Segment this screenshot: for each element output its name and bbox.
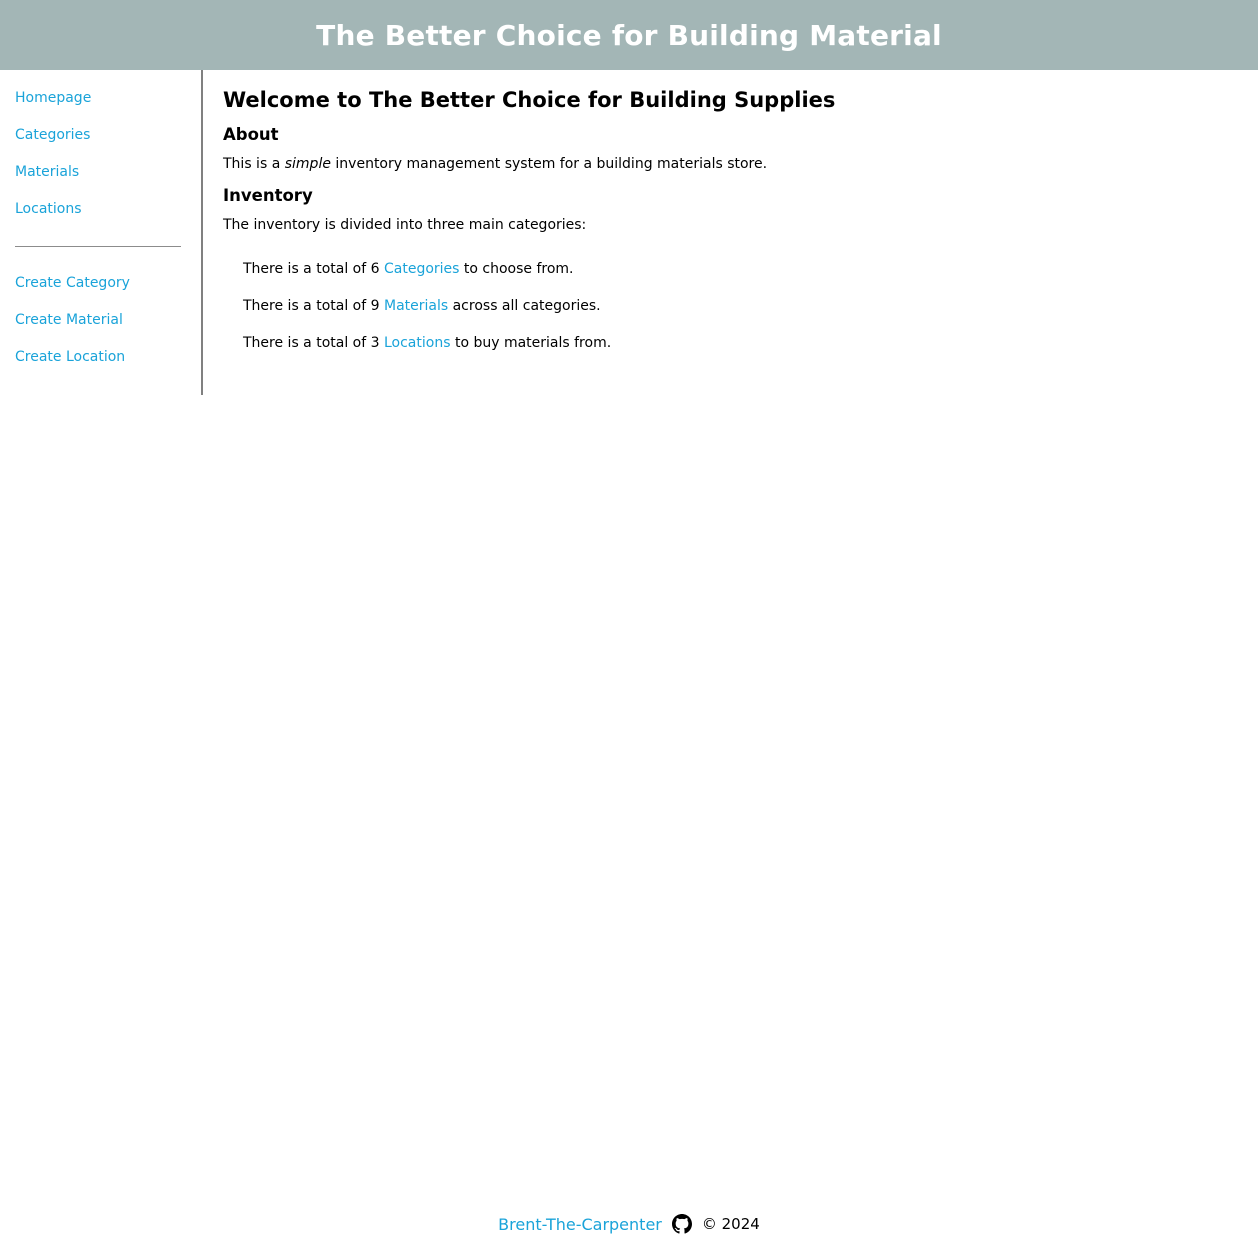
sidebar-item-homepage[interactable]: Homepage (15, 90, 186, 127)
site-header: The Better Choice for Building Material (0, 0, 1258, 70)
sidebar-item-create-material[interactable]: Create Material (15, 312, 186, 349)
stat-suffix: to buy materials from. (450, 335, 612, 351)
site-title: The Better Choice for Building Material (316, 18, 942, 52)
inventory-heading: Inventory (223, 186, 313, 205)
about-emphasis: simple (284, 156, 331, 172)
sidebar: Homepage Categories Materials Locations … (0, 70, 203, 395)
about-heading: About (223, 125, 279, 144)
sidebar-item-materials[interactable]: Materials (15, 164, 186, 201)
stat-categories: There is a total of 6 Categories to choo… (243, 261, 1238, 298)
inventory-stats: There is a total of 6 Categories to choo… (223, 261, 1238, 372)
copyright: © 2024 (701, 1215, 760, 1233)
page-layout: Homepage Categories Materials Locations … (0, 70, 1258, 395)
sidebar-item-create-location[interactable]: Create Location (15, 349, 186, 386)
stat-suffix: to choose from. (459, 261, 574, 277)
stat-locations: There is a total of 3 Locations to buy m… (243, 335, 1238, 372)
github-icon[interactable] (671, 1214, 692, 1234)
categories-link[interactable]: Categories (384, 261, 459, 277)
sidebar-divider (15, 246, 181, 247)
site-footer: Brent-The-Carpenter © 2024 (0, 1214, 1258, 1234)
materials-link[interactable]: Materials (384, 298, 448, 314)
page-title: Welcome to The Better Choice for Buildin… (223, 88, 836, 112)
about-suffix: inventory management system for a buildi… (330, 156, 768, 172)
main-content: Welcome to The Better Choice for Buildin… (203, 70, 1258, 395)
stat-materials: There is a total of 9 Materials across a… (243, 298, 1238, 335)
locations-link[interactable]: Locations (384, 335, 451, 351)
author-link[interactable]: Brent-The-Carpenter (498, 1215, 662, 1234)
sidebar-item-locations[interactable]: Locations (15, 201, 186, 238)
sidebar-item-create-category[interactable]: Create Category (15, 275, 186, 312)
stat-prefix: There is a total of 6 (243, 261, 384, 277)
stat-prefix: There is a total of 3 (243, 335, 384, 351)
stat-suffix: across all categories. (448, 298, 601, 314)
stat-prefix: There is a total of 9 (243, 298, 384, 314)
sidebar-item-categories[interactable]: Categories (15, 127, 186, 164)
inventory-intro: The inventory is divided into three main… (223, 217, 587, 233)
about-prefix: This is a (223, 156, 285, 172)
about-text: This is a simple inventory management sy… (223, 156, 1238, 172)
